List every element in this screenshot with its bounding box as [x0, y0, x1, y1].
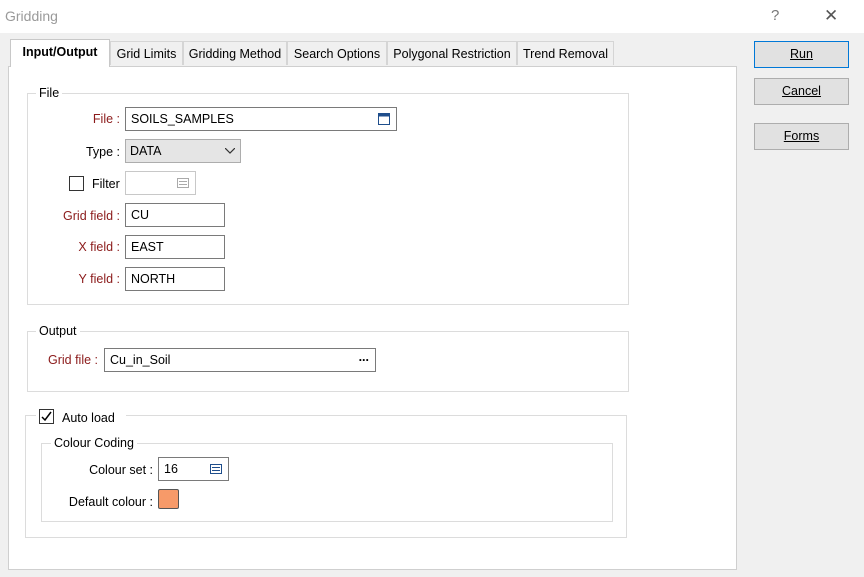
- colour-set-label: Colour set :: [89, 463, 153, 477]
- grid-field-value: CU: [131, 208, 150, 222]
- grid-field-label: Grid field :: [63, 209, 120, 223]
- default-colour-label: Default colour :: [68, 495, 153, 509]
- tab-trend-removal[interactable]: Trend Removal: [517, 41, 614, 65]
- filter-browse-icon[interactable]: [177, 178, 189, 188]
- autoload-label: Auto load: [62, 411, 115, 425]
- colour-set-browse-icon[interactable]: [210, 464, 222, 474]
- grid-file-value: Cu_in_Soil: [110, 353, 171, 367]
- file-group-label: File: [36, 86, 63, 100]
- colour-set-value: 16: [164, 462, 178, 476]
- file-input[interactable]: SOILS_SAMPLES: [125, 107, 397, 131]
- y-field-input[interactable]: NORTH: [125, 267, 225, 291]
- grid-file-browse-button[interactable]: ...: [359, 346, 369, 368]
- file-label: File :: [92, 112, 120, 126]
- colour-coding-label: Colour Coding: [51, 436, 137, 450]
- x-field-label: X field :: [78, 240, 120, 254]
- x-field-input[interactable]: EAST: [125, 235, 225, 259]
- default-colour-swatch[interactable]: [158, 489, 179, 509]
- output-group-label: Output: [36, 324, 80, 338]
- checkmark-icon: [41, 411, 52, 422]
- autoload-checkbox[interactable]: [39, 409, 54, 424]
- y-field-label: Y field :: [78, 272, 120, 286]
- filter-checkbox[interactable]: [69, 176, 84, 191]
- file-value: SOILS_SAMPLES: [131, 112, 234, 126]
- y-field-value: NORTH: [131, 272, 176, 286]
- grid-file-label: Grid file :: [47, 353, 98, 367]
- tab-input-output[interactable]: Input/Output: [10, 39, 110, 67]
- type-value: DATA: [130, 144, 162, 158]
- grid-field-input[interactable]: CU: [125, 203, 225, 227]
- file-browse-icon[interactable]: [378, 113, 390, 125]
- tab-search-options[interactable]: Search Options: [287, 41, 387, 65]
- grid-file-input[interactable]: Cu_in_Soil ...: [104, 348, 376, 372]
- run-button[interactable]: Run: [754, 41, 849, 68]
- cancel-button[interactable]: Cancel: [754, 78, 849, 105]
- x-field-value: EAST: [131, 240, 164, 254]
- tab-gridding-method[interactable]: Gridding Method: [183, 41, 287, 65]
- colour-set-input[interactable]: 16: [158, 457, 229, 481]
- filter-input[interactable]: [125, 171, 196, 195]
- close-button[interactable]: ✕: [824, 6, 838, 26]
- filter-label: Filter: [92, 177, 120, 191]
- tab-grid-limits[interactable]: Grid Limits: [110, 41, 183, 65]
- forms-button[interactable]: Forms: [754, 123, 849, 150]
- title-bar: [0, 0, 864, 33]
- type-label: Type :: [85, 145, 120, 159]
- type-select[interactable]: DATA: [125, 139, 241, 163]
- tab-polygonal-restriction[interactable]: Polygonal Restriction: [387, 41, 517, 65]
- help-button[interactable]: ?: [771, 7, 779, 24]
- chevron-down-icon: [225, 148, 235, 154]
- window-title: Gridding: [5, 8, 58, 24]
- colour-coding-group: [41, 443, 613, 522]
